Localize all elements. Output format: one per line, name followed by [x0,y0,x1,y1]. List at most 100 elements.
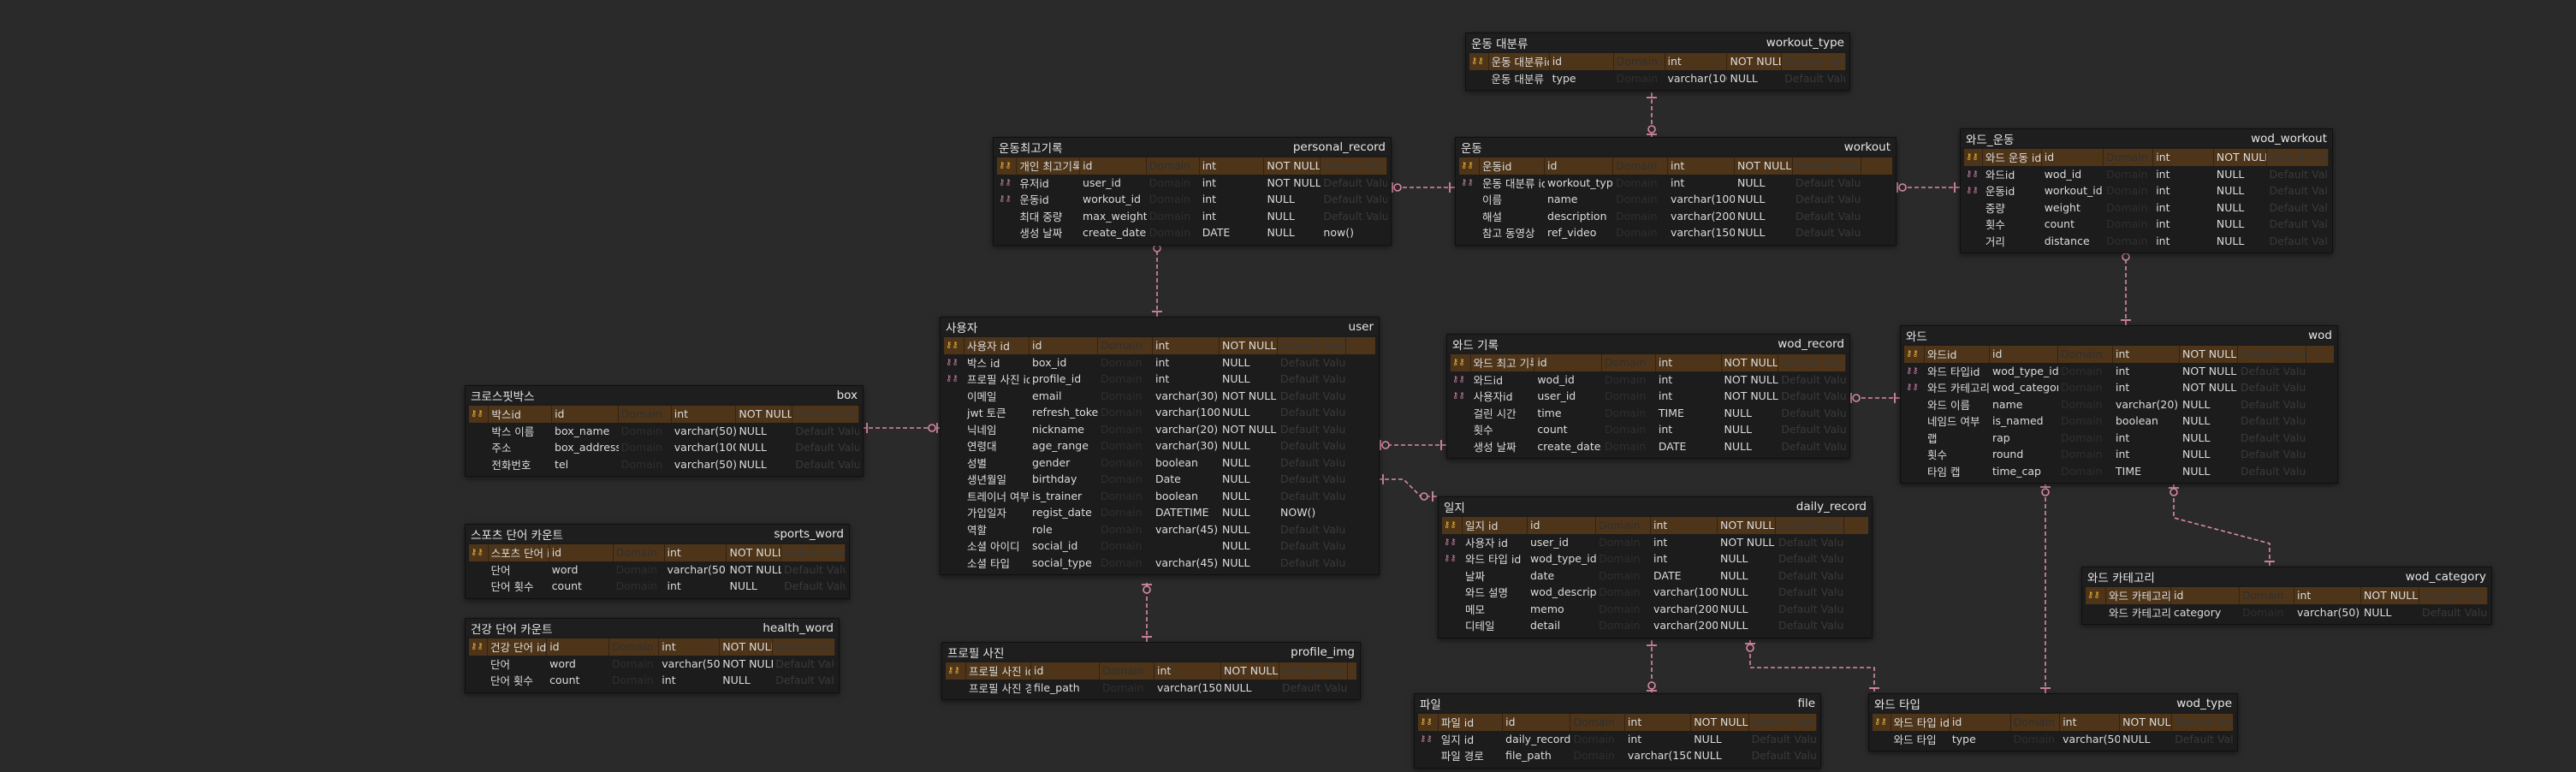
table-header[interactable]: 사용자 user [941,318,1379,336]
column-row[interactable]: ⚷⚷ 사용자id user_id Domain int NOT NULL Default V… [1451,388,1846,405]
column-row[interactable]: ⚷⚷ 운동 대분류id id Domain int NOT NULL Default Val… [1469,53,1847,70]
column-row[interactable]: ⚷⚷ 박스 id box_id Domain int NULL Default Value [944,354,1375,371]
column-row[interactable]: 가입일자 regist_date Domain DATETIME NULL NOW() [944,504,1375,521]
column-row[interactable]: ⚷⚷ 사용자 id id Domain int NOT NULL Default Value [944,337,1375,354]
column-row[interactable]: ⚷⚷ 사용자 id user_id Domain int NOT NULL Default … [1442,534,1868,551]
column-row[interactable]: ⚷⚷ 와드 타입id wod_type_id Domain int NOT NULL Def… [1904,363,2334,380]
table-workout[interactable]: 운동 workout ⚷⚷ 운동id id Domain int NOT NULL Defaul… [1455,137,1896,246]
table-wod-record[interactable]: 와드 기록wod_record⚷⚷와드 최고 기록 ididDomainintN… [1446,334,1850,459]
table-header[interactable]: 스포츠 단어 카운트 sports_word [466,525,849,543]
column-row[interactable]: 생년월일 birthday Domain Date NULL Default Value [944,471,1375,488]
column-row[interactable]: ⚷⚷ 프로필 사진 id profile_id Domain int NULL Defaul… [944,371,1375,388]
column-row[interactable]: 거리 distance Domain int NULL Default Value [1964,233,2329,250]
column-row[interactable]: 단어 word Domain varchar(50) NOT NULL Default V… [469,656,835,673]
table-header[interactable]: 운동 workout [1456,138,1896,156]
column-row[interactable]: 와드 설명 wod_descriptionDomain varchar(1000)N… [1442,584,1868,601]
column-row[interactable]: ⚷⚷ 일지 id daily_record_idDomain int NULL Defau… [1418,731,1817,748]
column-row[interactable]: 박스 이름 box_name Domain varchar(50) NULL Defaul… [469,423,859,440]
column-row[interactable]: 생성 날짜 create_date Domain DATE NULL Default Va… [1451,438,1846,455]
table-wod-workout[interactable]: 와드_운동 wod_workout ⚷⚷ 와드 운동 id id Domain int NOT… [1960,128,2333,253]
column-row[interactable]: ⚷⚷ 파일 id id Domain int NOT NULL Default Value [1418,714,1817,731]
column-row[interactable]: 횟수 count Domain int NULL Default Value [1964,216,2329,233]
table-user[interactable]: 사용자 user ⚷⚷ 사용자 id id Domain int NOT NULL Defaul… [940,317,1380,575]
column-row[interactable]: ⚷⚷ 개인 최고기록 ididDomainintNOT NULLDefault V… [997,157,1387,175]
column-row[interactable]: ⚷⚷ 운동id id Domain int NOT NULL Default Value [1459,157,1892,175]
column-row[interactable]: ⚷⚷ 운동id workout_id Domain int NULL Default Val… [1964,182,2329,199]
column-row[interactable]: ⚷⚷ 운동 대분류 idworkout_type_idDomain int NULL D… [1459,175,1892,192]
column-row[interactable]: 참고 동영상 ref_video Domain varchar(150) NULL Def… [1459,224,1892,241]
table-wod-category[interactable]: 와드 카테고리 wod_category ⚷⚷ 와드 카테고리 ididDomaini… [2081,567,2492,625]
table-header[interactable]: 파일 file [1415,694,1820,712]
column-row[interactable]: 이메일 email Domain varchar(30) NOT NULL Default… [944,388,1375,405]
column-row[interactable]: ⚷⚷ 와드 카테고리 idwod_category_idDomain int NOT … [1904,379,2334,396]
table-profile-img[interactable]: 프로필 사진 profile_img ⚷⚷ 프로필 사진 id id Domain int N… [941,642,1361,700]
column-row[interactable]: 해설 description Domain varchar(200) NULL Defau… [1459,208,1892,225]
column-row[interactable]: 프로필 사진 경로file_path Domain varchar(150)NULL… [946,680,1356,697]
column-row[interactable]: ⚷⚷ 와드 카테고리 ididDomainintNOT NULLDefault V… [2086,587,2488,604]
column-row[interactable]: 랩 rap Domain int NULL Default Value [1904,430,2334,447]
table-header[interactable]: 와드 기록 wod_record [1447,335,1849,353]
column-row[interactable]: ⚷⚷ 와드id id Domain int NOT NULL Default Value [1904,346,2334,363]
column-row[interactable]: 단어 횟수 count Domain int NULL Default Value [469,672,835,689]
table-box[interactable]: 크로스핏박스 box ⚷⚷ 박스id id Domain int NOT NULL Defaul… [465,385,864,477]
table-header[interactable]: 건강 단어 카운트 health_word [466,619,839,637]
column-row[interactable]: jwt 토큰 refresh_tokenDomain varchar(1000)NU… [944,404,1375,421]
column-row[interactable]: 역할 role Domain varchar(45) NULL Default Value [944,521,1375,538]
column-row[interactable]: 디테일 detail Domain varchar(2000)NULL Default … [1442,617,1868,634]
column-row[interactable]: 타임 캡 time_cap Domain TIME NULL Default Value [1904,463,2334,480]
column-row[interactable]: 횟수 count Domain int NULL Default Value [1451,421,1846,438]
column-row[interactable]: 생성 날짜 create_date Domain DATE NULL now() [997,224,1387,241]
column-row[interactable]: 소셜 아이디 social_id Domain NULL Default Value [944,537,1375,555]
column-row[interactable]: 단어 word Domain varchar(50) NOT NULL Default V… [469,561,846,579]
table-health-word[interactable]: 건강 단어 카운트 health_word ⚷⚷ 건강 단어 id id Domain in… [465,618,840,693]
table-header[interactable]: 운동최고기록 personal_record [994,138,1391,156]
column-row[interactable]: 닉네임 nickname Domain varchar(20) NOT NULL Defa… [944,421,1375,438]
column-row[interactable]: 단어 횟수 count Domain int NULL Default Value [469,578,846,595]
table-workout-type[interactable]: 운동 대분류 workout_type ⚷⚷ 운동 대분류id id Domain int N… [1465,33,1850,91]
column-row[interactable]: 최대 중량 max_weight Domain int NULL Default Valu… [997,208,1387,225]
table-header[interactable]: 와드 타입 wod_type [1869,694,2237,712]
column-row[interactable]: ⚷⚷ 건강 단어 id id Domain int NOT NULL Default Val… [469,638,836,656]
table-header[interactable]: 일지 daily_record [1439,497,1872,515]
column-row[interactable]: ⚷⚷ 유저id user_id Domain int NOT NULL Default Va… [997,175,1387,192]
table-sports-word[interactable]: 스포츠 단어 카운트sports_word⚷⚷스포츠 단어 ididDomain… [465,524,850,599]
column-row[interactable]: 횟수 round Domain int NULL Default Value [1904,446,2334,463]
column-row[interactable]: 운동 대분류 type Domain varchar(100)NULL Default … [1469,70,1846,87]
column-row[interactable]: ⚷⚷ 일지 id id Domain int NOT NULL Default Value [1442,517,1868,534]
column-row[interactable]: 트레이너 여부 is_trainer Domain boolean NULL Defaul… [944,488,1375,505]
column-row[interactable]: ⚷⚷ 와드 타입 id wod_type_id Domain int NULL Defaul… [1442,550,1868,567]
table-header[interactable]: 와드 카테고리 wod_category [2082,567,2491,585]
table-header[interactable]: 프로필 사진 profile_img [942,643,1360,661]
column-row[interactable]: ⚷⚷ 박스ididDomainintNOT NULLDefault Value [469,406,859,423]
table-wod-type[interactable]: 와드 타입 wod_type ⚷⚷ 와드 타입 id id Domain int NOT NU… [1868,693,2238,751]
column-row[interactable]: ⚷⚷ 프로필 사진 id id Domain int NOT NULL Default Va… [946,662,1356,680]
column-row[interactable]: 와드 이름 name Domain varchar(20) NULL Default Va… [1904,396,2334,413]
column-row[interactable]: ⚷⚷ 와드 운동 id id Domain int NOT NULL Default Val… [1964,149,2330,166]
column-row[interactable]: 이름 name Domain varchar(100) NULL Default Valu… [1459,191,1892,208]
column-row[interactable]: 걸린 시간 time Domain TIME NULL Default Value [1451,405,1846,422]
table-personal-record[interactable]: 운동최고기록personal_record⚷⚷개인 최고기록 ididDomai… [993,137,1392,246]
column-row[interactable]: 전화번호 tel Domain varchar(50) NULL Default Valu… [469,456,859,473]
column-row[interactable]: 네임드 여부 is_named Domain boolean NULL Default V… [1904,413,2334,430]
column-row[interactable]: 중량 weight Domain int NULL Default Value [1964,199,2329,217]
column-row[interactable]: 파일 경로 file_path Domain varchar(150) NULL Defa… [1418,747,1817,764]
table-header[interactable]: 운동 대분류 workout_type [1466,33,1849,51]
column-row[interactable]: ⚷⚷ 와드id wod_id Domain int NOT NULL Default Val… [1451,371,1846,389]
column-row[interactable]: 주소 box_addressDomain varchar(100)NULL Defau… [469,439,859,456]
column-row[interactable]: ⚷⚷ 와드 타입 id id Domain int NOT NULL Default Val… [1873,714,2234,731]
column-row[interactable]: ⚷⚷ 운동id workout_id Domain int NULL Default Val… [997,191,1387,208]
column-row[interactable]: 와드 카테고리 category Domain varchar(50) NULL Defa… [2086,604,2488,621]
column-row[interactable]: 와드 타입 type Domain varchar(50) NULL Default Va… [1873,731,2234,748]
table-wod[interactable]: 와드 wod ⚷⚷ 와드id id Domain int NOT NULL Default Va… [1900,325,2338,484]
table-header[interactable]: 와드_운동 wod_workout [1961,129,2332,147]
column-row[interactable]: 날짜 date Domain DATE NULL Default Value [1442,567,1868,585]
table-header[interactable]: 크로스핏박스 box [466,386,863,404]
column-row[interactable]: 소셜 타입 social_type Domain varchar(45) NULL Def… [944,555,1375,572]
column-row[interactable]: ⚷⚷ 와드id wod_id Domain int NULL Default Value [1964,166,2329,183]
table-daily-record[interactable]: 일지 daily_record ⚷⚷ 일지 id id Domain int NOT NULL… [1438,496,1873,638]
column-row[interactable]: ⚷⚷ 스포츠 단어 ididDomainintNOT NULLDefault Va… [469,544,846,561]
column-row[interactable]: 연령대 age_range Domain varchar(30) NULL Default… [944,437,1375,454]
column-row[interactable]: 성별 gender Domain boolean NULL Default Value [944,454,1375,472]
table-header[interactable]: 와드 wod [1901,326,2337,344]
column-row[interactable]: 메모 memo Domain varchar(2000)NULL Default Val… [1442,601,1868,618]
